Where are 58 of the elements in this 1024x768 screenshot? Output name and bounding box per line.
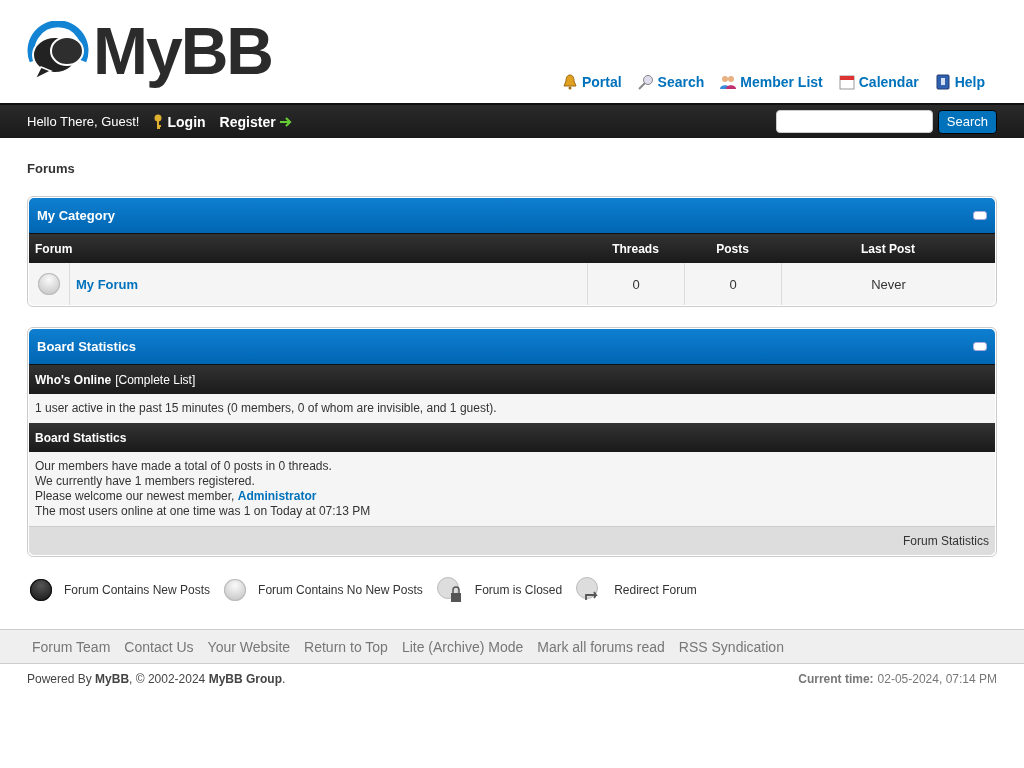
search-icon [637, 74, 654, 90]
legend-label: Forum Contains New Posts [64, 583, 211, 597]
section-heading: Board Statistics [35, 430, 127, 445]
posts-count: 0 [729, 276, 737, 292]
threads-count: 0 [632, 276, 640, 292]
forum-no-new-posts-icon [224, 579, 247, 601]
legend-label: Forum Contains No New Posts [258, 583, 423, 597]
stats-text: We currently have 1 members registered. [35, 474, 256, 489]
last-post: Never [871, 276, 906, 292]
search-field[interactable] [775, 110, 933, 133]
people-icon [720, 74, 737, 90]
collapse-icon[interactable] [973, 211, 987, 220]
bell-icon [561, 74, 578, 90]
forum-lock-icon [436, 577, 463, 603]
footer-link[interactable]: Mark all forums read [537, 638, 665, 655]
nav-link[interactable]: Help [934, 74, 985, 90]
breadcrumb[interactable]: Forums [27, 161, 997, 176]
footer-link[interactable]: Forum Team [32, 638, 111, 655]
column-header: Posts [715, 241, 750, 256]
stats-text: The most users online at one time was 1 on Today at 07:13 PM [35, 504, 372, 519]
footer-label: Forum Statistics [903, 534, 989, 548]
complete-list-link[interactable]: [Complete List] [115, 372, 196, 387]
nav-link[interactable]: Portal [561, 74, 622, 90]
login-link[interactable]: Login [153, 113, 206, 130]
help-book-icon [934, 74, 951, 90]
legend-label: Redirect Forum [614, 583, 697, 597]
stats-title: Board Statistics [37, 339, 136, 354]
logo-text[interactable]: MyBB [93, 10, 276, 93]
column-header: Forum [34, 241, 74, 256]
category-title[interactable]: My Category [37, 208, 116, 223]
collapse-icon[interactable] [973, 342, 987, 351]
footer-link[interactable]: Return to Top [304, 638, 388, 655]
key-icon [153, 113, 164, 130]
online-text: 1 user active in the past 15 minutes (0 members, 0 of whom are invisible, and 1 guest). [35, 401, 498, 416]
stats-text: Our members have made a total of 0 posts in 0 threads. [35, 459, 333, 474]
footer-link[interactable]: Contact Us [124, 638, 194, 655]
forum-link[interactable]: My Forum [76, 276, 139, 292]
copyright-text: Powered By MyBB, © 2002-2024 MyBB Group. [27, 672, 286, 686]
footer-link[interactable]: RSS Syndication [678, 638, 784, 655]
time-label: Current time: [798, 672, 874, 686]
member-link[interactable]: Administrator [237, 489, 317, 503]
register-link[interactable]: Register [219, 113, 292, 130]
footer-link[interactable]: Your Website [207, 638, 291, 655]
nav-link[interactable]: Calendar [838, 74, 919, 90]
stats-text: Please welcome our newest member, [35, 489, 236, 503]
legend-label: Forum is Closed [474, 583, 563, 597]
footer-link[interactable]: Lite (Archive) Mode [401, 638, 524, 655]
calendar-icon [838, 74, 855, 90]
column-header: Threads [611, 241, 660, 256]
column-header: Last Post [860, 241, 916, 256]
forum-new-posts-icon [30, 579, 52, 601]
welcome-text: Hello There, Guest! [27, 114, 140, 129]
nav-link[interactable]: Member List [720, 74, 823, 90]
section-heading: Who's Online [35, 372, 112, 387]
search-button[interactable]: Search [937, 109, 997, 134]
arrow-right-icon [279, 116, 292, 127]
time-value: 02-05-2024, 07:14 PM [877, 672, 997, 686]
nav-link[interactable]: Search [637, 74, 705, 90]
